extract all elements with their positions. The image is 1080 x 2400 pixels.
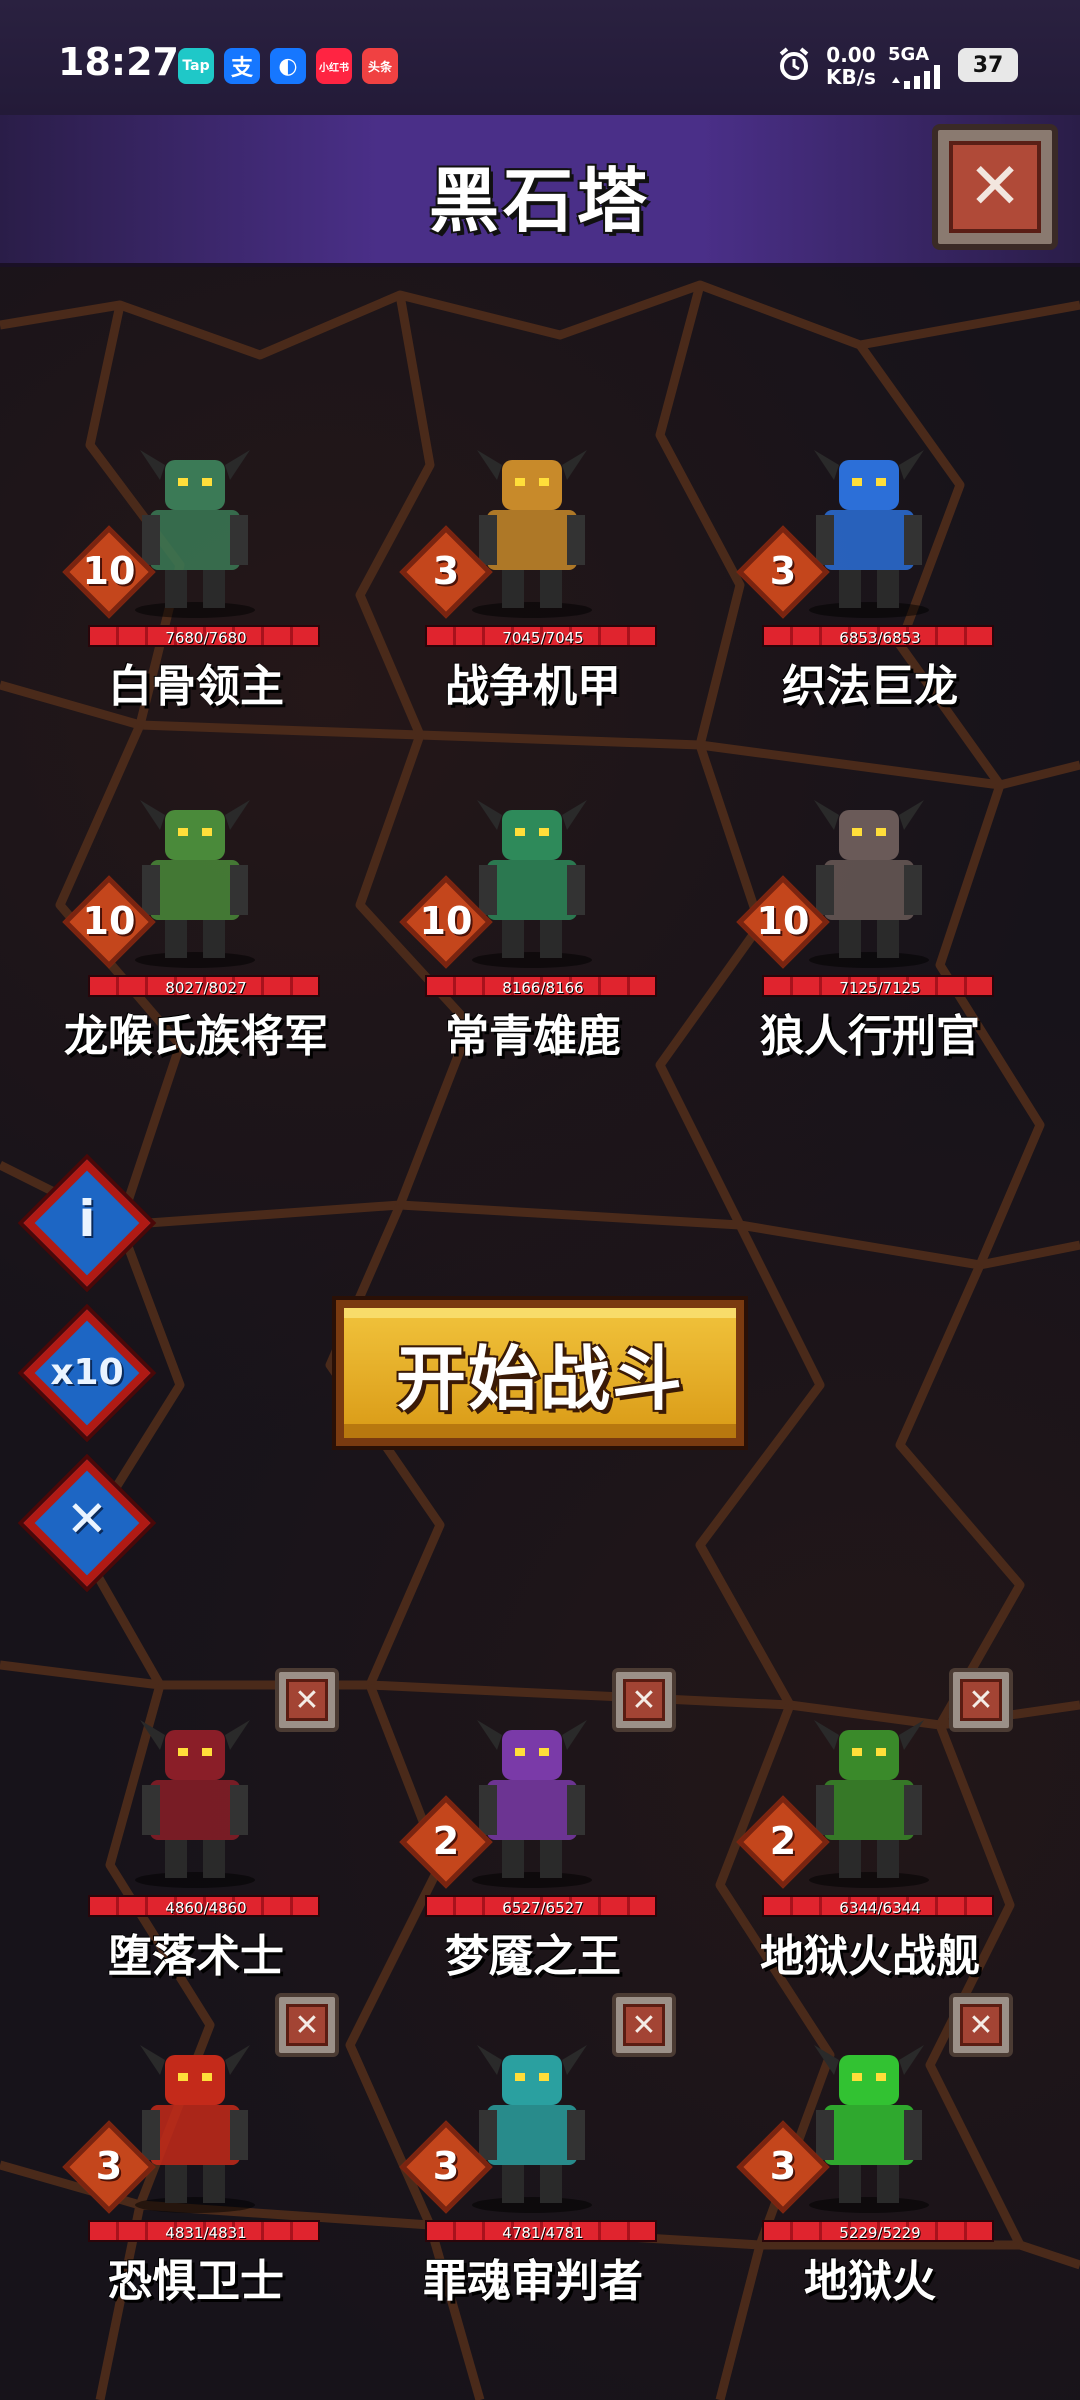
unit-name: 罪魂审判者	[423, 2256, 643, 2307]
hp-bar: 4831/4831	[88, 2220, 320, 2242]
hp-text: 8027/8027	[165, 979, 247, 997]
xiaohongshu-icon: 小红书	[316, 48, 352, 84]
level-badge: 3	[736, 2120, 832, 2216]
signal-icon	[892, 65, 940, 89]
hp-bar: 8166/8166	[425, 975, 657, 997]
unit-sprite	[135, 1720, 255, 1888]
cancel-icon: ✕	[66, 1490, 108, 1548]
hp-text: 4781/4781	[502, 2224, 584, 2242]
close-icon: ✕	[623, 1679, 665, 1721]
remove-unit-button[interactable]: ✕	[275, 1668, 339, 1732]
info-icon: i	[78, 1190, 96, 1248]
level-badge: 10	[62, 875, 158, 971]
enemy-unit-card[interactable]: 3 6853/6853 织法巨龙	[736, 410, 994, 730]
hp-text: 7045/7045	[502, 629, 584, 647]
close-icon: ✕	[949, 141, 1041, 233]
hp-bar: 7680/7680	[88, 625, 320, 647]
level-badge: 3	[736, 525, 832, 621]
level-badge: 3	[62, 2120, 158, 2216]
unit-name: 白骨领主	[108, 661, 284, 712]
unit-name: 梦魇之王	[445, 1931, 621, 1982]
remove-unit-button[interactable]: ✕	[612, 1993, 676, 2057]
hp-bar: 7125/7125	[762, 975, 994, 997]
hp-bar: 6853/6853	[762, 625, 994, 647]
level-badge: 2	[399, 1795, 495, 1891]
hp-bar: 5229/5229	[762, 2220, 994, 2242]
close-button[interactable]: ✕	[932, 124, 1058, 250]
level-badge: 2	[736, 1795, 832, 1891]
title-banner: 黑石塔	[0, 115, 1080, 267]
x10-speed-icon: x10	[50, 1352, 124, 1393]
level-badge: 10	[399, 875, 495, 971]
browser-icon: ◐	[270, 48, 306, 84]
network-speed: 0.00 KB/s	[826, 43, 876, 89]
page-title: 黑石塔	[429, 160, 651, 242]
enemy-unit-card[interactable]: 10 7680/7680 白骨领主	[62, 410, 320, 730]
hp-text: 7125/7125	[839, 979, 921, 997]
remove-unit-button[interactable]: ✕	[275, 1993, 339, 2057]
unit-name: 常青雄鹿	[445, 1011, 621, 1062]
level-badge: 10	[736, 875, 832, 971]
info-button[interactable]: i	[23, 1159, 151, 1287]
speed-x10-button[interactable]: x10	[23, 1309, 151, 1437]
unit-name: 战争机甲	[445, 661, 621, 712]
unit-name: 龙喉氏族将军	[64, 1011, 328, 1062]
close-icon: ✕	[960, 2004, 1002, 2046]
hp-bar: 7045/7045	[425, 625, 657, 647]
hp-bar: 4781/4781	[425, 2220, 657, 2242]
remove-unit-button[interactable]: ✕	[612, 1668, 676, 1732]
hp-text: 5229/5229	[839, 2224, 921, 2242]
hp-text: 4831/4831	[165, 2224, 247, 2242]
hp-bar: 8027/8027	[88, 975, 320, 997]
network-type: 5GA	[888, 44, 944, 94]
ally-unit-card[interactable]: 3 5229/5229 地狱火 ✕	[736, 1993, 1013, 2325]
enemy-unit-card[interactable]: 3 7045/7045 战争机甲	[399, 410, 657, 730]
hp-bar: 4860/4860	[88, 1895, 320, 1917]
unit-name: 地狱火	[804, 2256, 936, 2307]
clear-team-button[interactable]: ✕	[23, 1459, 151, 1587]
battery-indicator: 37	[958, 48, 1018, 82]
ally-unit-card[interactable]: 3 4781/4781 罪魂审判者 ✕	[399, 1993, 676, 2325]
alipay-icon: 支	[224, 48, 260, 84]
level-badge: 10	[62, 525, 158, 621]
unit-name: 堕落术士	[108, 1931, 284, 1982]
level-badge: 3	[399, 525, 495, 621]
ally-unit-card[interactable]: 2 6344/6344 地狱火战舰 ✕	[736, 1668, 1013, 2000]
start-battle-label: 开始战斗	[396, 1337, 684, 1420]
remove-unit-button[interactable]: ✕	[949, 1993, 1013, 2057]
status-time: 18:27	[58, 40, 179, 84]
hp-text: 6344/6344	[839, 1899, 921, 1917]
hp-text: 6527/6527	[502, 1899, 584, 1917]
close-icon: ✕	[623, 2004, 665, 2046]
hp-text: 7680/7680	[165, 629, 247, 647]
status-bar: 18:27 Tap 支 ◐ 小红书 头条 0.00 KB/s 5GA 37	[0, 0, 1080, 115]
alarm-icon	[776, 46, 812, 82]
enemy-unit-card[interactable]: 10 8027/8027 龙喉氏族将军	[62, 760, 328, 1080]
hp-text: 8166/8166	[502, 979, 584, 997]
ally-unit-card[interactable]: 2 6527/6527 梦魇之王 ✕	[399, 1668, 676, 2000]
unit-name: 地狱火战舰	[760, 1931, 980, 1982]
hp-bar: 6344/6344	[762, 1895, 994, 1917]
hp-text: 6853/6853	[839, 629, 921, 647]
hp-bar: 6527/6527	[425, 1895, 657, 1917]
enemy-unit-card[interactable]: 10 7125/7125 狼人行刑官	[736, 760, 994, 1080]
unit-name: 织法巨龙	[782, 661, 958, 712]
close-icon: ✕	[286, 1679, 328, 1721]
unit-name: 狼人行刑官	[760, 1011, 980, 1062]
start-battle-button[interactable]: 开始战斗	[336, 1300, 744, 1446]
remove-unit-button[interactable]: ✕	[949, 1668, 1013, 1732]
close-icon: ✕	[286, 2004, 328, 2046]
toutiao-icon: 头条	[362, 48, 398, 84]
enemy-unit-card[interactable]: 10 8166/8166 常青雄鹿	[399, 760, 657, 1080]
unit-name: 恐惧卫士	[108, 2256, 284, 2307]
ally-unit-card[interactable]: 3 4831/4831 恐惧卫士 ✕	[62, 1993, 339, 2325]
close-icon: ✕	[960, 1679, 1002, 1721]
level-badge: 3	[399, 2120, 495, 2216]
hp-text: 4860/4860	[165, 1899, 247, 1917]
taptap-icon: Tap	[178, 48, 214, 84]
ally-unit-card[interactable]: 4860/4860 堕落术士 ✕	[70, 1668, 339, 2000]
